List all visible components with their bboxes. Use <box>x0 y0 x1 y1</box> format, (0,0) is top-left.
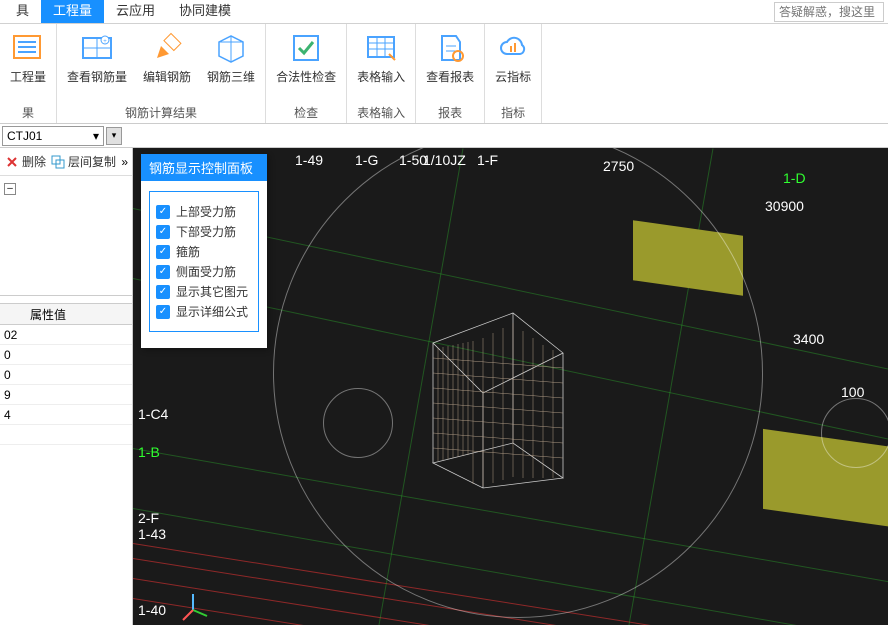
copy-icon <box>50 154 66 170</box>
ribbon-group-title: 指标 <box>487 102 539 123</box>
axis-label: 30900 <box>765 198 804 214</box>
checkbox-icon: ✓ <box>156 285 170 299</box>
left-panel: 删除 层间复制 » – 属性值 02 0 0 9 4 <box>0 148 133 625</box>
left-toolbar: 删除 层间复制 » <box>0 148 132 176</box>
ribbon-table-input[interactable]: 表格输入 <box>349 28 413 102</box>
checkbox-icon: ✓ <box>156 205 170 219</box>
delete-icon <box>4 154 20 170</box>
tab-collab[interactable]: 协同建模 <box>167 0 243 23</box>
checkbox-icon: ✓ <box>156 225 170 239</box>
check-icon <box>288 30 324 66</box>
report-icon <box>432 30 468 66</box>
pencil-icon <box>149 30 185 66</box>
tree-row[interactable]: – <box>4 180 128 195</box>
checkbox-icon: ✓ <box>156 265 170 279</box>
chevron-down-icon: ▾ <box>112 130 117 141</box>
tree: – <box>0 176 132 199</box>
axis-label: 1-49 <box>295 152 323 168</box>
axis-label: 100 <box>841 384 864 400</box>
property-row[interactable]: 9 <box>0 385 132 405</box>
property-row[interactable]: 02 <box>0 325 132 345</box>
panel-title: 钢筋显示控制面板 <box>141 154 267 181</box>
check-other-elements[interactable]: ✓显示其它图元 <box>156 283 252 300</box>
axis-label: 1/10JZ <box>423 152 466 168</box>
ribbon-group-title: 报表 <box>418 102 482 123</box>
ribbon-rebar-3d[interactable]: 钢筋三维 <box>199 28 263 102</box>
tab-cloud[interactable]: 云应用 <box>104 0 167 23</box>
orbit-handle[interactable] <box>821 398 888 468</box>
check-detail-formula[interactable]: ✓显示详细公式 <box>156 303 252 320</box>
axis-label: 2-F <box>138 510 159 526</box>
grid-icon: + <box>79 30 115 66</box>
tab-quantity[interactable]: 工程量 <box>41 0 104 23</box>
property-row[interactable]: 4 <box>0 405 132 425</box>
element-dropdown[interactable]: CTJ01 ▾ <box>2 126 104 146</box>
expand-icon[interactable]: – <box>4 183 16 195</box>
viewport-3d[interactable]: 钢筋显示控制面板 ✓上部受力筋 ✓下部受力筋 ✓箍筋 ✓侧面受力筋 ✓显示其它图… <box>133 148 888 625</box>
sub-toolbar: CTJ01 ▾ ▾ <box>0 124 888 148</box>
axis-label: 1-D <box>783 170 806 186</box>
axis-gizmo[interactable] <box>181 592 211 622</box>
cloud-icon <box>495 30 531 66</box>
svg-text:+: + <box>103 39 107 45</box>
axis-label: 1-F <box>477 152 498 168</box>
table-icon <box>363 30 399 66</box>
property-header: 属性值 <box>0 303 132 325</box>
axis-label: 1-43 <box>138 526 166 542</box>
ribbon-view-report[interactable]: 查看报表 <box>418 28 482 102</box>
rebar-display-panel[interactable]: 钢筋显示控制面板 ✓上部受力筋 ✓下部受力筋 ✓箍筋 ✓侧面受力筋 ✓显示其它图… <box>141 154 267 348</box>
ribbon-group-title: 表格输入 <box>349 102 413 123</box>
rebar-cage <box>413 303 573 493</box>
checkbox-icon: ✓ <box>156 245 170 259</box>
ribbon-cloud-index[interactable]: 云指标 <box>487 28 539 102</box>
checkbox-icon: ✓ <box>156 305 170 319</box>
ribbon-group-title: 钢筋计算结果 <box>59 102 263 123</box>
tab-bar: 具 工程量 云应用 协同建模 <box>0 0 888 24</box>
ribbon-group-title: 检查 <box>268 102 344 123</box>
list-icon <box>10 30 46 66</box>
orbit-handle[interactable] <box>323 388 393 458</box>
axis-label: 2750 <box>603 158 634 174</box>
check-bottom-rebar[interactable]: ✓下部受力筋 <box>156 223 252 240</box>
axis-label: 3400 <box>793 331 824 347</box>
chevron-right-icon[interactable]: » <box>121 155 128 169</box>
axis-label: 1-C4 <box>138 406 168 422</box>
chevron-down-icon: ▾ <box>93 129 99 143</box>
property-row[interactable] <box>0 425 132 445</box>
check-stirrup[interactable]: ✓箍筋 <box>156 243 252 260</box>
check-top-rebar[interactable]: ✓上部受力筋 <box>156 203 252 220</box>
search-box <box>774 2 884 22</box>
property-row[interactable]: 0 <box>0 345 132 365</box>
grid3d-icon <box>213 30 249 66</box>
search-input[interactable] <box>774 2 884 22</box>
delete-button[interactable]: 删除 <box>4 153 46 170</box>
axis-label: 1-G <box>355 152 378 168</box>
tab-tool[interactable]: 具 <box>4 0 41 23</box>
ribbon-quantity[interactable]: 工程量 <box>2 28 54 102</box>
axis-label: 1-40 <box>138 602 166 618</box>
ribbon-validate[interactable]: 合法性检查 <box>268 28 344 102</box>
property-row[interactable]: 0 <box>0 365 132 385</box>
ribbon-edit-rebar[interactable]: 编辑钢筋 <box>135 28 199 102</box>
check-side-rebar[interactable]: ✓侧面受力筋 <box>156 263 252 280</box>
dropdown-value: CTJ01 <box>7 129 42 143</box>
layer-copy-button[interactable]: 层间复制 <box>50 153 116 170</box>
axis-label: 1-B <box>138 444 160 460</box>
property-rows: 02 0 0 9 4 <box>0 325 132 445</box>
dropdown-extra[interactable]: ▾ <box>106 127 122 145</box>
ribbon: 工程量 果 + 查看钢筋量 编辑钢筋 钢筋三维 <box>0 24 888 124</box>
ribbon-group-title: 果 <box>2 102 54 123</box>
ribbon-view-rebar[interactable]: + 查看钢筋量 <box>59 28 135 102</box>
